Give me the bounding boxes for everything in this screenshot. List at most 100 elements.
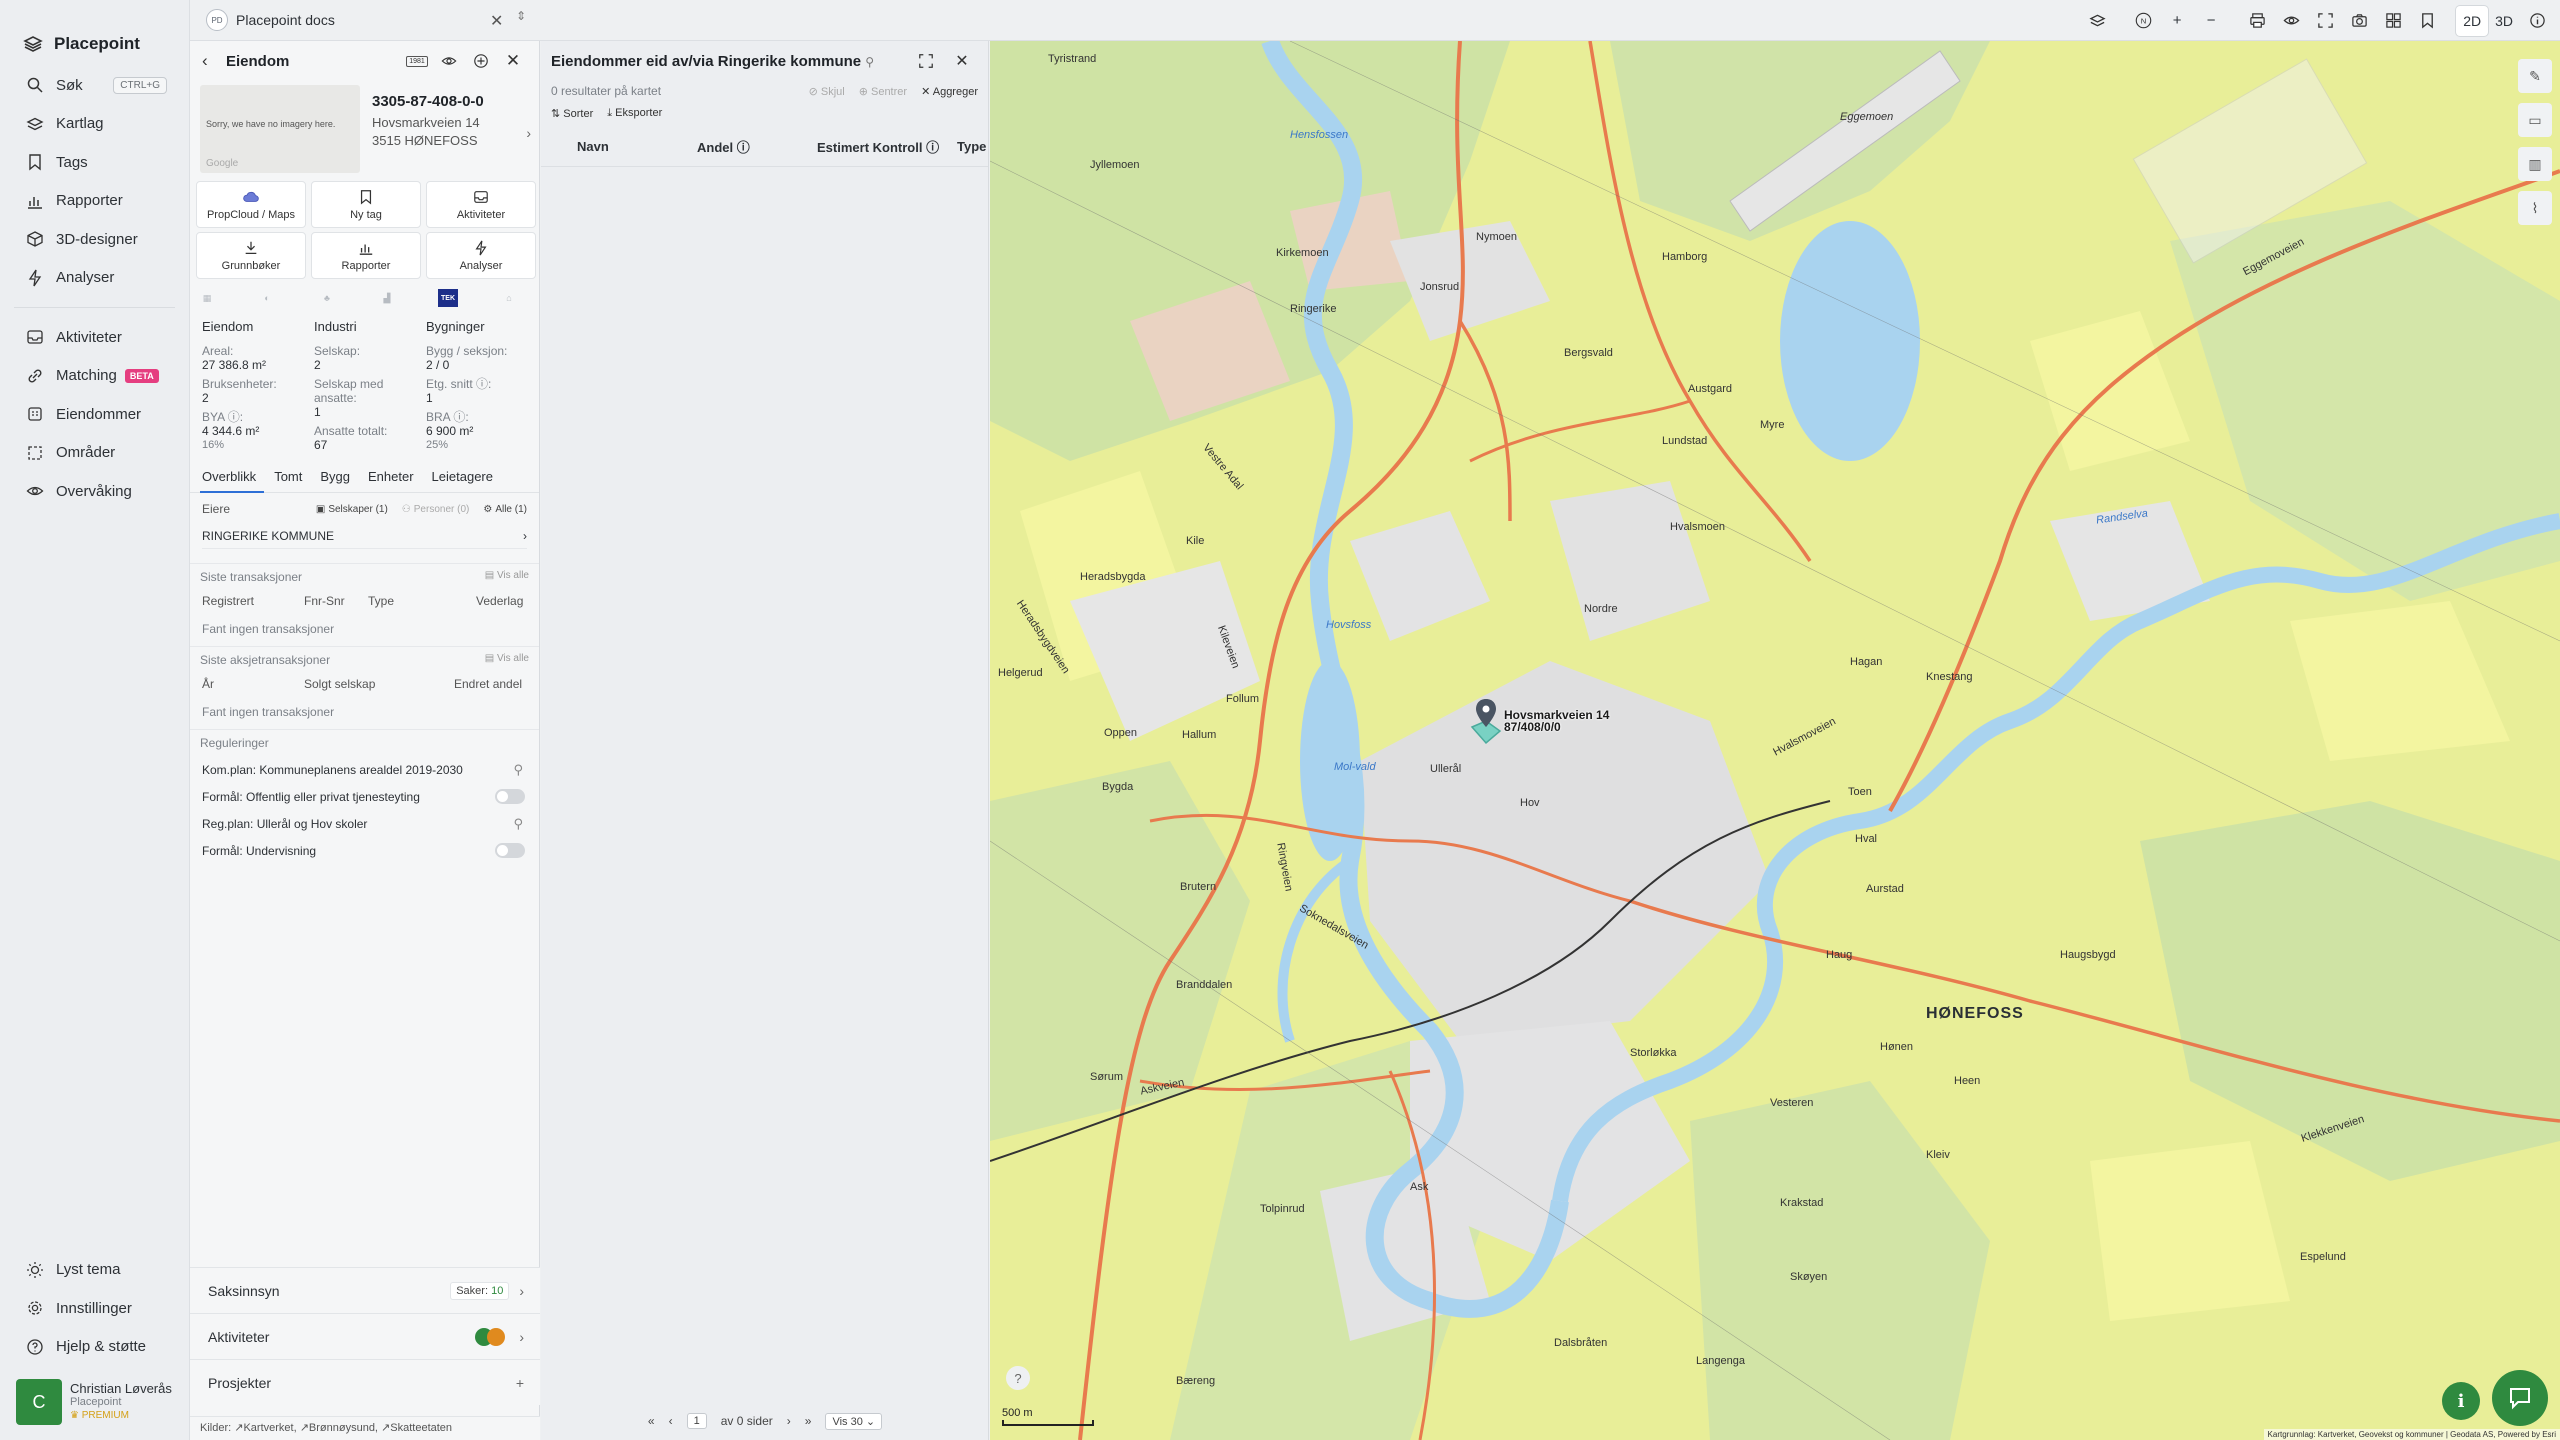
zoom-out-icon[interactable]: − [2194, 4, 2228, 38]
nav-item-analyser[interactable]: Analyser [0, 259, 189, 298]
nav-item-overvaking[interactable]: Overvåking [0, 472, 189, 511]
owner-row[interactable]: RINGERIKE KOMMUNE › [202, 523, 527, 549]
nav-item-eiendommer[interactable]: Eiendommer [0, 395, 189, 434]
page-input[interactable]: 1 [686, 1413, 707, 1429]
measure-tool-icon[interactable]: ▭ [2518, 103, 2552, 137]
bookmark-icon[interactable] [2410, 4, 2444, 38]
view-all-link[interactable]: ▤ Vis alle [485, 653, 529, 671]
first-page-icon[interactable]: « [648, 1414, 655, 1428]
accordion-prosjekter[interactable]: Prosjekter + [190, 1359, 540, 1405]
tab-tomt[interactable]: Tomt [272, 469, 310, 493]
accordion-aktiviteter[interactable]: Aktiviteter › [190, 1313, 540, 1359]
brand[interactable]: Placepoint [0, 0, 189, 66]
close-icon[interactable]: ✕ [497, 47, 529, 75]
new-tag-button[interactable]: Ny tag [311, 181, 421, 228]
reports-button[interactable]: Rapporter [311, 232, 421, 279]
source-icon[interactable]: ⌂ [500, 289, 518, 307]
map-view[interactable]: HØNEFOSS Vestre Adal Soknedalsveien Hval… [990, 41, 2560, 1440]
info-icon[interactable] [2520, 4, 2554, 38]
column-header-andel[interactable]: Andel ⓘ [697, 137, 817, 156]
hide-button[interactable]: ⊘ Skjul [809, 85, 845, 98]
chip-persons[interactable]: ⚇ Personer (0) [402, 504, 470, 515]
source-icon[interactable]: ▟ [378, 289, 396, 307]
per-page-select[interactable]: Vis 30 ⌄ [825, 1412, 883, 1430]
export-button[interactable]: ⤓ Eksporter [607, 107, 662, 121]
regulation-row[interactable]: Reg.plan: Ullerål og Hov skoler ⚲ [200, 810, 529, 837]
eye-icon[interactable] [433, 47, 465, 75]
source-icon[interactable]: ♣ [318, 289, 336, 307]
regulation-toggle[interactable] [495, 843, 525, 858]
view-3d-button[interactable]: 3D [2488, 6, 2520, 36]
camera-icon[interactable] [2342, 4, 2376, 38]
column-header-type[interactable]: Type [957, 139, 986, 154]
nav-item-matching[interactable]: Matching BETA [0, 357, 189, 396]
column-header-navn[interactable]: Navn [577, 139, 697, 154]
nav-item-omrader[interactable]: Områder [0, 434, 189, 473]
nav-item-settings[interactable]: Innstillinger [0, 1289, 190, 1328]
nav-item-help[interactable]: Hjelp & støtte [0, 1328, 190, 1367]
nav-item-sok[interactable]: Søk CTRL+G [0, 66, 189, 105]
draw-tool-icon[interactable]: ✎ [2518, 59, 2552, 93]
plus-icon[interactable]: + [516, 1375, 524, 1391]
back-icon[interactable]: ‹ [202, 51, 226, 71]
regulation-toggle[interactable] [495, 789, 525, 804]
add-icon[interactable] [465, 47, 497, 75]
chat-button[interactable] [2492, 1370, 2548, 1426]
view-all-link[interactable]: ▤ Vis alle [485, 570, 529, 588]
tab-leietagere[interactable]: Leietagere [430, 469, 501, 493]
propcloud-button[interactable]: PropCloud / Maps [196, 181, 306, 228]
layers-toggle-icon[interactable] [2080, 4, 2114, 38]
tab-bygg[interactable]: Bygg [318, 469, 358, 493]
nav-item-aktiviteter[interactable]: Aktiviteter [0, 318, 189, 357]
street-view-thumbnail[interactable]: Sorry, we have no imagery here. Google [200, 85, 360, 173]
zoom-in-icon[interactable]: + [2160, 4, 2194, 38]
sort-button[interactable]: ⇅ Sorter [551, 107, 593, 121]
link-icon[interactable]: ⚲ [513, 762, 523, 778]
chip-all[interactable]: ⚙ Alle (1) [483, 504, 527, 515]
source-icon[interactable]: ▦ [198, 289, 216, 307]
tab-overblikk[interactable]: Overblikk [200, 469, 265, 493]
grid-icon[interactable] [2376, 4, 2410, 38]
view-icon[interactable] [2274, 4, 2308, 38]
user-profile[interactable]: C Christian Løverås Placepoint ♛ PREMIUM [16, 1376, 184, 1428]
accordion-saksinnsyn[interactable]: Saksinnsyn Saker: 10 › [190, 1267, 540, 1313]
map-help-icon[interactable]: ? [1006, 1366, 1030, 1390]
analyses-button[interactable]: Analyser [426, 232, 536, 279]
nav-item-kartlag[interactable]: Kartlag [0, 105, 189, 144]
link-icon[interactable]: ⚲ [865, 55, 874, 69]
last-page-icon[interactable]: » [805, 1414, 812, 1428]
property-marker-icon[interactable] [1466, 699, 1506, 749]
close-icon[interactable]: ✕ [944, 47, 980, 75]
prev-page-icon[interactable]: ‹ [669, 1414, 673, 1428]
info-button[interactable]: i [2442, 1382, 2480, 1420]
chip-companies[interactable]: ▣ Selskaper (1) [316, 504, 388, 515]
chart-tool-icon[interactable]: ▥ [2518, 147, 2552, 181]
grunnboker-button[interactable]: Grunnbøker [196, 232, 306, 279]
activities-button[interactable]: Aktiviteter [426, 181, 536, 228]
profile-tool-icon[interactable]: ⌇ [2518, 191, 2552, 225]
nav-item-theme[interactable]: Lyst tema [0, 1251, 190, 1290]
nav-item-rapporter[interactable]: Rapporter [0, 182, 189, 221]
expand-icon[interactable] [908, 47, 944, 75]
compass-icon[interactable]: N [2126, 4, 2160, 38]
center-button[interactable]: ⊕ Sentrer [859, 85, 907, 98]
column-header-kontroll[interactable]: Estimert Kontroll ⓘ [817, 137, 957, 156]
next-page-icon[interactable]: › [787, 1414, 791, 1428]
view-2d-button[interactable]: 2D [2456, 5, 2489, 36]
fullscreen-icon[interactable] [2308, 4, 2342, 38]
stat-value: 67 [314, 438, 328, 452]
updown-icon[interactable]: ⇕ [516, 9, 526, 23]
doc-tab[interactable]: PD Placepoint docs [206, 6, 335, 34]
source-icon[interactable]: ◐ [258, 289, 276, 307]
nav-item-tags[interactable]: Tags [0, 143, 189, 182]
close-icon[interactable]: ✕ [490, 11, 503, 31]
aggregate-button[interactable]: ✕ Aggreger [921, 85, 978, 98]
nav-item-3d-designer[interactable]: 3D-designer [0, 220, 189, 259]
regulation-row[interactable]: Kom.plan: Kommuneplanens arealdel 2019-2… [200, 756, 529, 783]
link-icon[interactable]: ⚲ [513, 816, 523, 832]
tek-badge[interactable]: TEK [438, 289, 458, 307]
tab-enheter[interactable]: Enheter [366, 469, 422, 493]
year-badge-icon[interactable]: 1981 [401, 47, 433, 75]
print-icon[interactable] [2240, 4, 2274, 38]
chevron-right-icon[interactable]: › [526, 125, 531, 173]
